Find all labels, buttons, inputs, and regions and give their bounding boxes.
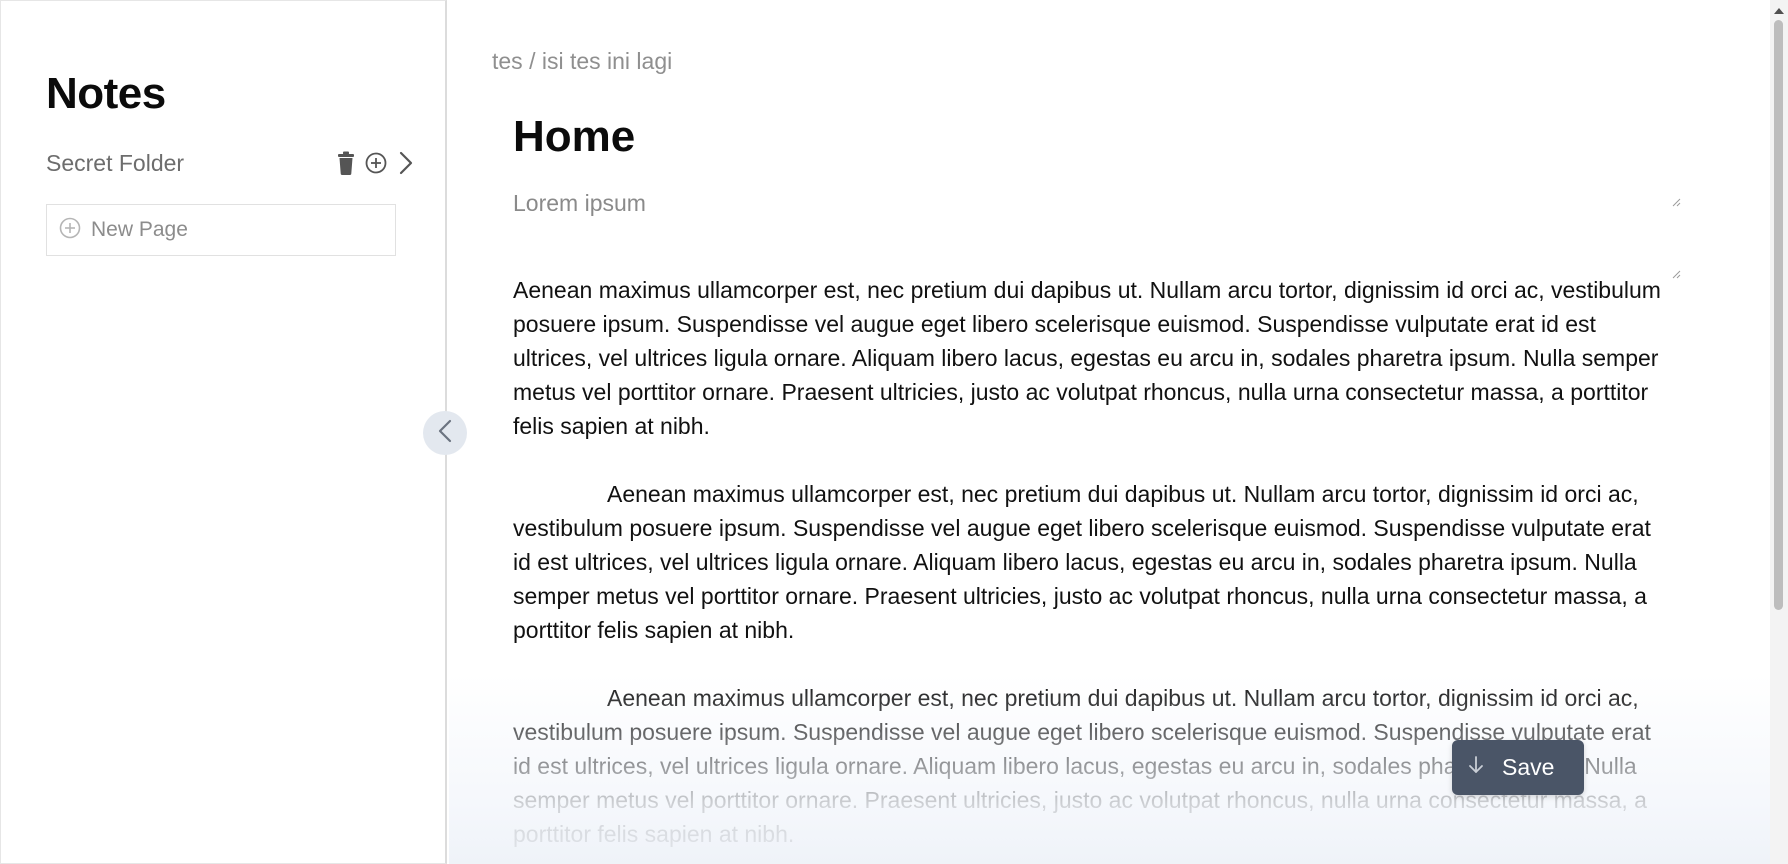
page-subtitle-field[interactable]: Lorem ipsum — [513, 190, 1681, 279]
save-button[interactable]: Save — [1452, 740, 1584, 795]
page-title: Home — [513, 112, 636, 161]
arrow-down-icon — [1468, 754, 1484, 781]
sidebar: Notes Secret Folder New Page — [0, 0, 447, 864]
page-title-field[interactable]: Home — [513, 104, 1681, 207]
scrollbar-thumb[interactable] — [1774, 20, 1783, 610]
chevron-right-icon[interactable] — [394, 150, 418, 176]
page-subtitle: Lorem ipsum — [513, 190, 646, 216]
new-page-button[interactable]: New Page — [46, 204, 396, 256]
new-page-label: New Page — [91, 218, 188, 241]
sidebar-title: Notes — [46, 69, 166, 118]
breadcrumb: tes / isi tes ini lagi — [492, 48, 673, 74]
plus-circle-icon — [59, 217, 81, 244]
scroll-up-arrow-icon[interactable] — [1773, 3, 1785, 14]
resize-grip-icon[interactable] — [1671, 160, 1681, 207]
content-paragraph: Aenean maximus ullamcorper est, nec pret… — [513, 277, 1661, 439]
editor: tes / isi tes ini lagi Home Lorem ipsum … — [449, 0, 1770, 864]
content-paragraph: Aenean maximus ullamcorper est, nec pret… — [513, 481, 1651, 643]
save-label: Save — [1502, 754, 1555, 780]
folder-actions — [334, 147, 418, 179]
folder-row[interactable]: Secret Folder — [46, 147, 418, 179]
trash-icon[interactable] — [334, 150, 358, 176]
notes-app: Notes Secret Folder New Page tes / isi t… — [0, 0, 1788, 864]
plus-circle-icon[interactable] — [364, 150, 388, 176]
folder-name[interactable]: Secret Folder — [46, 150, 184, 177]
resize-grip-icon[interactable] — [1671, 258, 1681, 279]
scrollbar[interactable] — [1770, 0, 1788, 864]
